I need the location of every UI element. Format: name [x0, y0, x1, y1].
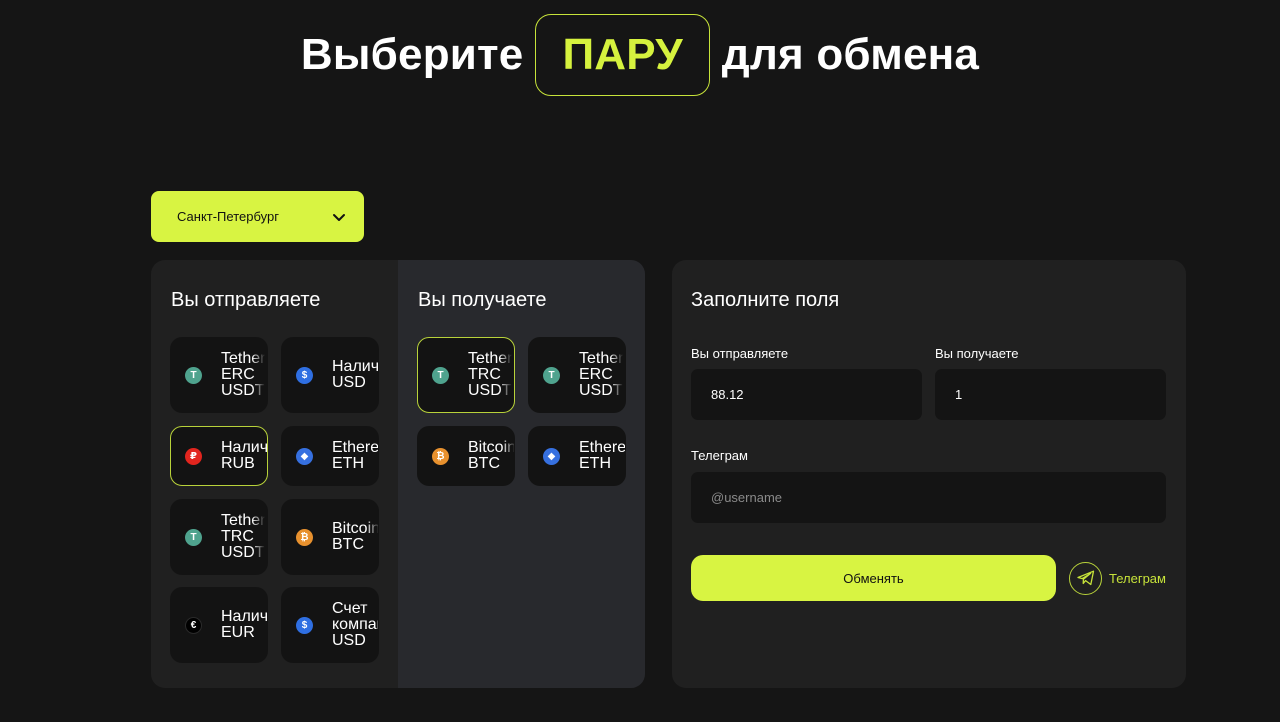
tether-icon: T: [432, 366, 449, 384]
coin-label: Tether TRC USDT: [221, 512, 266, 561]
telegram-username-input[interactable]: [691, 472, 1166, 523]
ethereum-icon: ◆: [543, 447, 560, 465]
receive-amount-input[interactable]: [935, 369, 1166, 420]
send-column: Вы отправляете T Tether ERC USDT $ Налич…: [151, 260, 398, 688]
send-option-ethereum[interactable]: ◆ Ethereum ETH: [281, 426, 379, 486]
coin-label: Bitcoin BTC: [332, 520, 379, 553]
exchange-panel: Вы отправляете T Tether ERC USDT $ Налич…: [151, 260, 645, 688]
receive-column: Вы получаете T Tether TRC USDT T Tether …: [398, 260, 645, 688]
dollar-icon: $: [296, 366, 313, 384]
ethereum-icon: ◆: [296, 447, 313, 465]
send-option-cash-rub[interactable]: ₽ Наличные RUB: [170, 426, 268, 486]
receive-option-tether-erc[interactable]: T Tether ERC USDT: [528, 337, 626, 413]
title-before: Выберите: [300, 30, 524, 79]
coin-label: Ethereum ETH: [579, 439, 626, 472]
send-option-cash-usd[interactable]: $ Наличные USD: [281, 337, 379, 413]
coin-label: Наличные EUR: [221, 608, 268, 641]
coin-label: Bitcoin BTC: [468, 439, 515, 472]
coin-label: Наличные RUB: [221, 439, 268, 472]
coin-label: Счет компании USD: [332, 600, 378, 649]
tether-icon: T: [185, 528, 202, 546]
send-amount-input[interactable]: [691, 369, 922, 420]
title-highlight: ПАРУ: [535, 14, 710, 96]
city-select[interactable]: Санкт-Петербург: [151, 191, 364, 242]
send-option-bitcoin[interactable]: ₿ Bitcoin BTC: [281, 499, 379, 575]
tether-icon: T: [185, 366, 202, 384]
send-option-cash-eur[interactable]: € Наличные EUR: [170, 587, 268, 663]
send-title: Вы отправляете: [171, 289, 321, 311]
title-after: для обмена: [721, 30, 980, 79]
coin-label: Tether ERC USDT: [221, 350, 266, 399]
telegram-link-label: Телеграм: [1109, 570, 1166, 586]
receive-amount-label: Вы получаете: [935, 346, 1019, 361]
send-amount-label: Вы отправляете: [691, 346, 789, 361]
tether-icon: T: [543, 366, 560, 384]
send-option-company-account-usd[interactable]: $ Счет компании USD: [281, 587, 379, 663]
receive-option-bitcoin[interactable]: ₿ Bitcoin BTC: [417, 426, 515, 486]
euro-icon: €: [185, 616, 202, 634]
coin-label: Ethereum ETH: [332, 439, 379, 472]
city-select-value: Санкт-Петербург: [177, 209, 279, 224]
coin-label: Tether ERC USDT: [579, 350, 624, 399]
ruble-icon: ₽: [185, 447, 202, 465]
send-option-tether-trc[interactable]: T Tether TRC USDT: [170, 499, 268, 575]
coin-label: Наличные USD: [332, 358, 379, 391]
chevron-down-icon: [333, 213, 345, 221]
form-title: Заполните поля: [691, 289, 840, 311]
coin-label: Tether TRC USDT: [468, 350, 513, 399]
send-option-tether-erc[interactable]: T Tether ERC USDT: [170, 337, 268, 413]
receive-option-tether-trc[interactable]: T Tether TRC USDT: [417, 337, 515, 413]
dollar-icon: $: [296, 616, 313, 634]
bitcoin-icon: ₿: [296, 528, 313, 546]
exchange-button[interactable]: Обменять: [691, 555, 1056, 601]
page-title: Выберите ПАРУ для обмена: [0, 14, 1280, 96]
bitcoin-icon: ₿: [432, 447, 449, 465]
telegram-link[interactable]: Телеграм: [1069, 561, 1166, 595]
telegram-label: Телеграм: [691, 448, 748, 463]
receive-title: Вы получаете: [418, 289, 547, 311]
form-panel: Заполните поля Вы отправляете Вы получае…: [672, 260, 1186, 688]
telegram-icon: [1069, 561, 1102, 595]
receive-option-ethereum[interactable]: ◆ Ethereum ETH: [528, 426, 626, 486]
